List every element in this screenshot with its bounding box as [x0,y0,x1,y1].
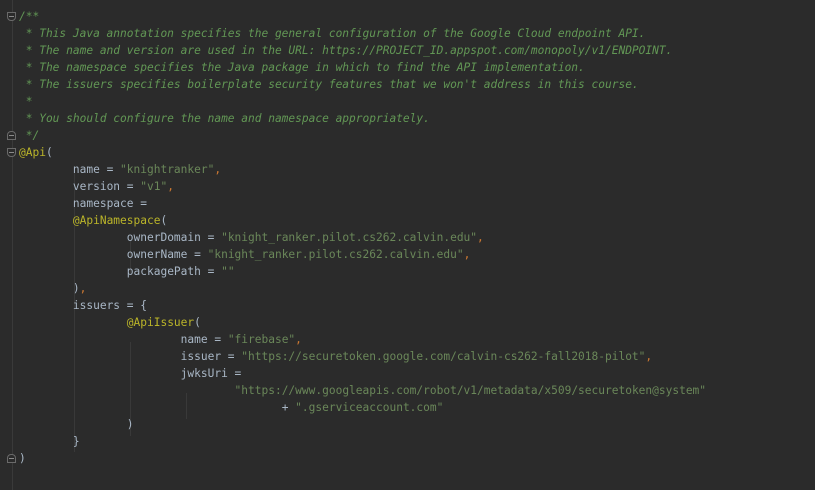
code-line-1: /** [19,8,706,25]
code-line-5: * The issuers specifies boilerplate secu… [19,76,706,93]
close-paren: ) [72,282,80,295]
code-line-19: @ApiIssuer( [19,314,706,331]
comment-text: /** [19,10,40,23]
code-line-14: ownerDomain = "knight_ranker.pilot.cs262… [19,229,706,246]
package-path-value: "" [221,265,235,278]
api-namespace-annotation: @ApiNamespace [72,214,161,227]
close-brace: } [72,435,80,448]
comment-text: * The namespace specifies the Java packa… [19,61,585,74]
editor-gutter [0,0,18,490]
issuer-key: issuer = [180,350,242,363]
comma: , [477,231,484,244]
code-line-25: ) [19,416,706,433]
owner-name-key: ownerName = [126,248,208,261]
comment-text: * This Java annotation specifies the gen… [19,27,646,40]
jwks-key: jwksUri = [180,367,242,380]
code-line-20: name = "firebase", [19,331,706,348]
name-key: name = [72,163,121,176]
fold-api-open-icon[interactable] [7,148,16,157]
comma: , [645,350,653,363]
fold-api-close-icon[interactable] [7,454,16,463]
owner-name-value: "knight_ranker.pilot.cs262.calvin.edu" [207,248,464,261]
code-line-21: issuer = "https://securetoken.google.com… [19,348,706,365]
code-line-26: } [19,433,706,450]
code-line-9: @Api( [19,144,706,161]
close-paren: ) [19,452,26,465]
comment-text: * You should configure the name and name… [19,112,430,125]
code-line-11: version = "v1", [19,178,706,195]
issuer-name-value: "firebase" [227,333,296,346]
jwks-value-2: ".gserviceaccount.com" [295,401,444,414]
code-line-8: */ [19,127,706,144]
gutter-divider [12,0,13,490]
comment-text: * The issuers specifies boilerplate secu… [19,78,639,91]
fold-comment-close-icon[interactable] [7,131,16,140]
code-content[interactable]: /** * This Java annotation specifies the… [19,8,706,467]
code-line-2: * This Java annotation specifies the gen… [19,25,706,42]
namespace-key: namespace = [72,197,147,210]
code-line-18: issuers = { [19,297,706,314]
api-annotation: @Api [19,146,46,159]
code-line-16: packagePath = "" [19,263,706,280]
code-line-22: jwksUri = [19,365,706,382]
name-value: "knightranker" [120,163,215,176]
owner-domain-value: "knight_ranker.pilot.cs262.calvin.edu" [221,231,478,244]
comma: , [214,163,222,176]
owner-domain-key: ownerDomain = [126,231,222,244]
version-value: "v1" [140,180,168,193]
open-paren: ( [45,146,53,159]
code-line-7: * You should configure the name and name… [19,110,706,127]
close-paren: ) [126,418,134,431]
code-line-15: ownerName = "knight_ranker.pilot.cs262.c… [19,246,706,263]
comment-text: * [19,95,33,108]
code-line-10: name = "knightranker", [19,161,706,178]
jwks-value-1: "https://www.googleapis.com/robot/v1/met… [234,384,707,397]
code-line-12: namespace = [19,195,706,212]
version-key: version = [72,180,141,193]
open-paren: ( [160,214,168,227]
comma: , [463,248,471,261]
comma: , [79,282,87,295]
comment-text: */ [19,129,40,142]
issuer-name-key: name = [180,333,228,346]
plus-operator: + [281,401,296,414]
issuers-key: issuers = { [72,299,147,312]
open-paren: ( [194,316,201,329]
code-line-23: "https://www.googleapis.com/robot/v1/met… [19,382,706,399]
comment-text: * The name and version are used in the U… [19,44,673,57]
package-path-key: packagePath = [126,265,222,278]
fold-comment-open-icon[interactable] [7,12,16,21]
code-line-24: + ".gserviceaccount.com" [19,399,706,416]
code-line-3: * The name and version are used in the U… [19,42,706,59]
code-line-27: ) [19,450,706,467]
issuer-value: "https://securetoken.google.com/calvin-c… [241,350,646,363]
comma: , [167,180,174,193]
code-line-6: * [19,93,706,110]
code-line-4: * The namespace specifies the Java packa… [19,59,706,76]
api-issuer-annotation: @ApiIssuer [126,316,195,329]
code-line-17: ), [19,280,706,297]
code-editor[interactable]: /** * This Java annotation specifies the… [0,0,815,490]
comma: , [295,333,302,346]
code-line-13: @ApiNamespace( [19,212,706,229]
